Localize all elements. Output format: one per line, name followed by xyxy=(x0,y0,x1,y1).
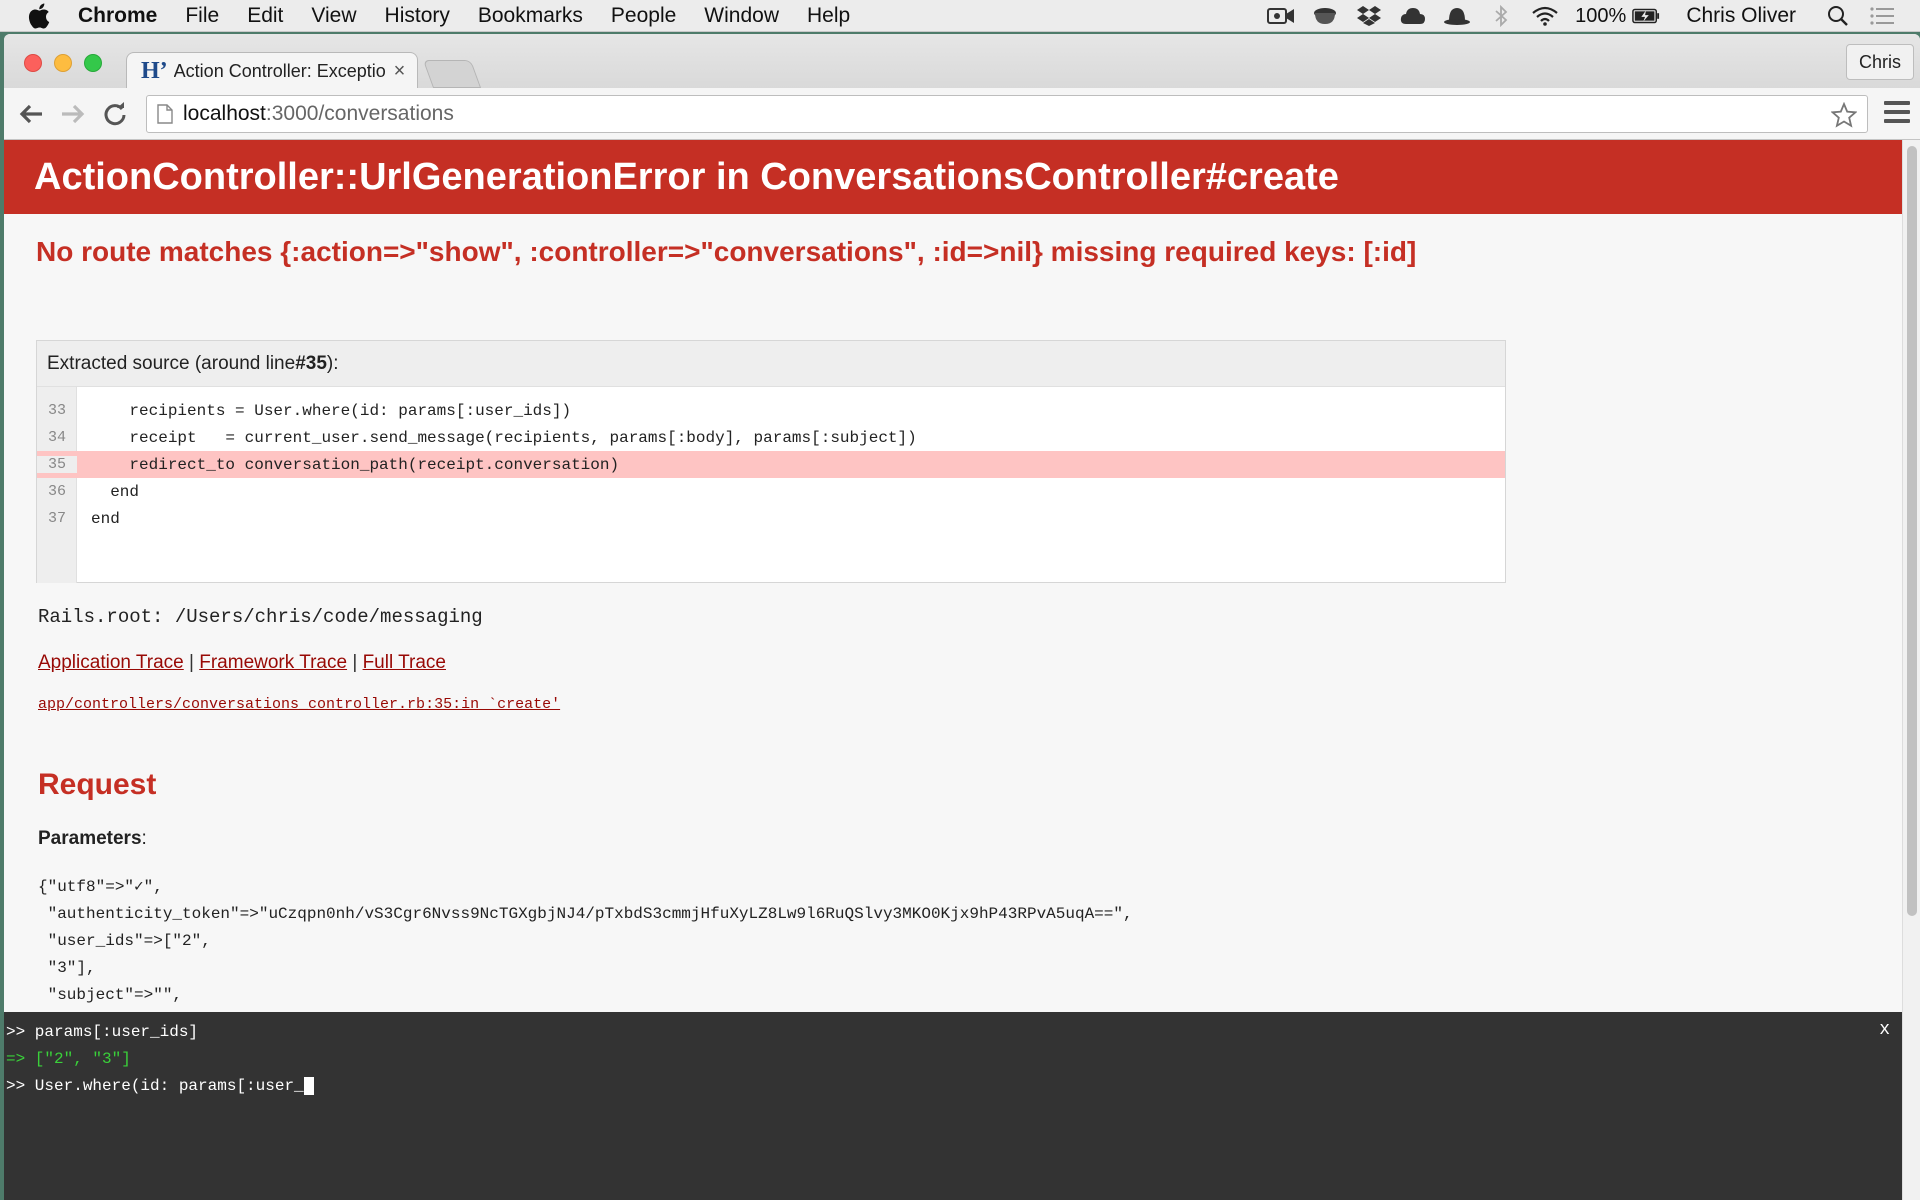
code-line: 36 end xyxy=(37,478,1505,505)
param-line: "user_ids"=>["2", xyxy=(38,932,211,950)
profile-button[interactable]: Chris xyxy=(1845,44,1914,80)
code-text: redirect_to conversation_path(receipt.co… xyxy=(91,455,620,474)
chrome-menu-button[interactable] xyxy=(1884,101,1910,123)
request-heading: Request xyxy=(38,768,157,801)
chrome-window: H’ Action Controller: Exception caught ×… xyxy=(4,34,1920,1200)
param-line: "authenticity_token"=>"uCzqpn0nh/vS3Cgr6… xyxy=(38,905,1133,923)
macos-menu-bar: Chrome File Edit View History Bookmarks … xyxy=(0,0,1920,32)
window-close-button[interactable] xyxy=(24,54,42,72)
line-number: 37 xyxy=(47,510,66,527)
menu-help[interactable]: Help xyxy=(807,4,850,28)
menu-file[interactable]: File xyxy=(185,4,219,28)
bluetooth-icon[interactable] xyxy=(1487,5,1515,27)
trace-links: Application Trace | Framework Trace | Fu… xyxy=(38,652,446,674)
menu-bookmarks[interactable]: Bookmarks xyxy=(478,4,583,28)
console-cursor xyxy=(303,1076,314,1095)
bookmark-star-icon[interactable] xyxy=(1830,101,1858,133)
console-close-button[interactable]: x xyxy=(1879,1020,1890,1040)
window-minimize-button[interactable] xyxy=(54,54,72,72)
address-bar[interactable]: localhost:3000/conversations xyxy=(146,95,1868,133)
menu-people[interactable]: People xyxy=(611,4,676,28)
page-scrollbar[interactable] xyxy=(1902,140,1920,1200)
line-number: 35 xyxy=(37,456,77,473)
code-text: end xyxy=(91,509,120,528)
full-trace-link[interactable]: Full Trace xyxy=(363,652,446,673)
code-line: 33 recipients = User.where(id: params[:u… xyxy=(37,397,1505,424)
line-number: 36 xyxy=(47,483,66,500)
video-camera-icon[interactable] xyxy=(1267,5,1295,27)
reload-button[interactable] xyxy=(100,99,130,129)
parameters-dump: {"utf8"=>"✓", "authenticity_token"=>"uCz… xyxy=(38,874,1133,1009)
source-header: Extracted source (around line #35): xyxy=(37,341,1505,387)
url-path: :3000/conversations xyxy=(265,102,454,125)
page-icon xyxy=(157,104,173,124)
page-viewport: ActionController::UrlGenerationError in … xyxy=(4,140,1920,1200)
browser-toolbar: localhost:3000/conversations xyxy=(4,88,1920,140)
param-line: {"utf8"=>"✓", xyxy=(38,878,163,896)
parameters-label: Parameters: xyxy=(38,828,147,850)
web-console[interactable]: >> params[:user_ids] => ["2", "3"] >> Us… xyxy=(4,1012,1902,1200)
parameters-label-colon: : xyxy=(141,828,147,849)
spotlight-search-icon[interactable] xyxy=(1824,5,1852,27)
trace-file-link[interactable]: app/controllers/conversations_controller… xyxy=(38,696,560,713)
back-button[interactable] xyxy=(16,99,46,129)
coffee-cup-icon[interactable] xyxy=(1311,5,1339,27)
battery-charging-icon[interactable] xyxy=(1632,5,1660,27)
tab-close-icon[interactable]: × xyxy=(394,60,406,83)
trace-separator: | xyxy=(347,652,363,673)
code-text: receipt = current_user.send_message(reci… xyxy=(91,428,917,447)
source-header-prefix: Extracted source (around line xyxy=(47,352,296,374)
cloud-icon[interactable] xyxy=(1399,5,1427,27)
new-tab-button[interactable] xyxy=(422,60,482,88)
tab-strip: H’ Action Controller: Exception caught ×… xyxy=(4,34,1920,90)
scrollbar-thumb[interactable] xyxy=(1907,146,1917,916)
line-number: 34 xyxy=(47,429,66,446)
trace-separator: | xyxy=(183,652,200,673)
error-message: No route matches {:action=>"show", :cont… xyxy=(36,236,1417,267)
code-text: recipients = User.where(id: params[:user… xyxy=(91,401,572,420)
forward-button[interactable] xyxy=(58,99,88,129)
rails-favicon-icon: H’ xyxy=(141,58,168,84)
wifi-icon[interactable] xyxy=(1531,5,1559,27)
hat-icon[interactable] xyxy=(1443,5,1471,27)
console-input-text[interactable]: >> User.where(id: params[:user_ xyxy=(6,1077,304,1095)
application-trace-link[interactable]: Application Trace xyxy=(38,652,184,673)
user-name[interactable]: Chris Oliver xyxy=(1686,4,1796,28)
menu-view[interactable]: View xyxy=(311,4,356,28)
source-header-suffix: ): xyxy=(326,352,339,374)
menu-history[interactable]: History xyxy=(385,4,450,28)
param-line: "subject"=>"", xyxy=(38,986,183,1004)
rails-root: Rails.root: /Users/chris/code/messaging xyxy=(38,606,483,628)
menu-window[interactable]: Window xyxy=(704,4,779,28)
tab-active[interactable]: H’ Action Controller: Exception caught × xyxy=(126,52,418,90)
url-host: localhost xyxy=(183,102,266,125)
console-line-input: >> params[:user_ids] xyxy=(6,1022,199,1041)
dropbox-icon[interactable] xyxy=(1355,5,1383,27)
window-maximize-button[interactable] xyxy=(84,54,102,72)
source-body: 33 recipients = User.where(id: params[:u… xyxy=(37,387,1505,583)
console-prompt[interactable]: >> User.where(id: params[:user_ xyxy=(4,1072,1902,1099)
console-line-result: => ["2", "3"] xyxy=(6,1049,131,1068)
error-header: ActionController::UrlGenerationError in … xyxy=(4,140,1902,214)
battery-percent: 100% xyxy=(1575,4,1627,27)
code-text: end xyxy=(91,482,140,501)
menu-edit[interactable]: Edit xyxy=(247,4,283,28)
extracted-source: Extracted source (around line #35): 33 r… xyxy=(36,340,1506,583)
code-line: 34 receipt = current_user.send_message(r… xyxy=(37,424,1505,451)
tab-title: Action Controller: Exception caught xyxy=(173,61,386,81)
code-line: 37 end xyxy=(37,505,1505,532)
menu-chrome[interactable]: Chrome xyxy=(78,4,157,28)
line-number: 33 xyxy=(47,402,66,419)
notification-center-icon[interactable] xyxy=(1868,5,1896,27)
source-header-line: #35 xyxy=(295,352,327,374)
apple-icon[interactable] xyxy=(28,3,60,29)
param-line: "3"], xyxy=(38,959,96,977)
framework-trace-link[interactable]: Framework Trace xyxy=(199,652,347,673)
parameters-label-text: Parameters xyxy=(38,828,142,849)
code-line-highlighted: 35 redirect_to conversation_path(receipt… xyxy=(37,451,1505,478)
